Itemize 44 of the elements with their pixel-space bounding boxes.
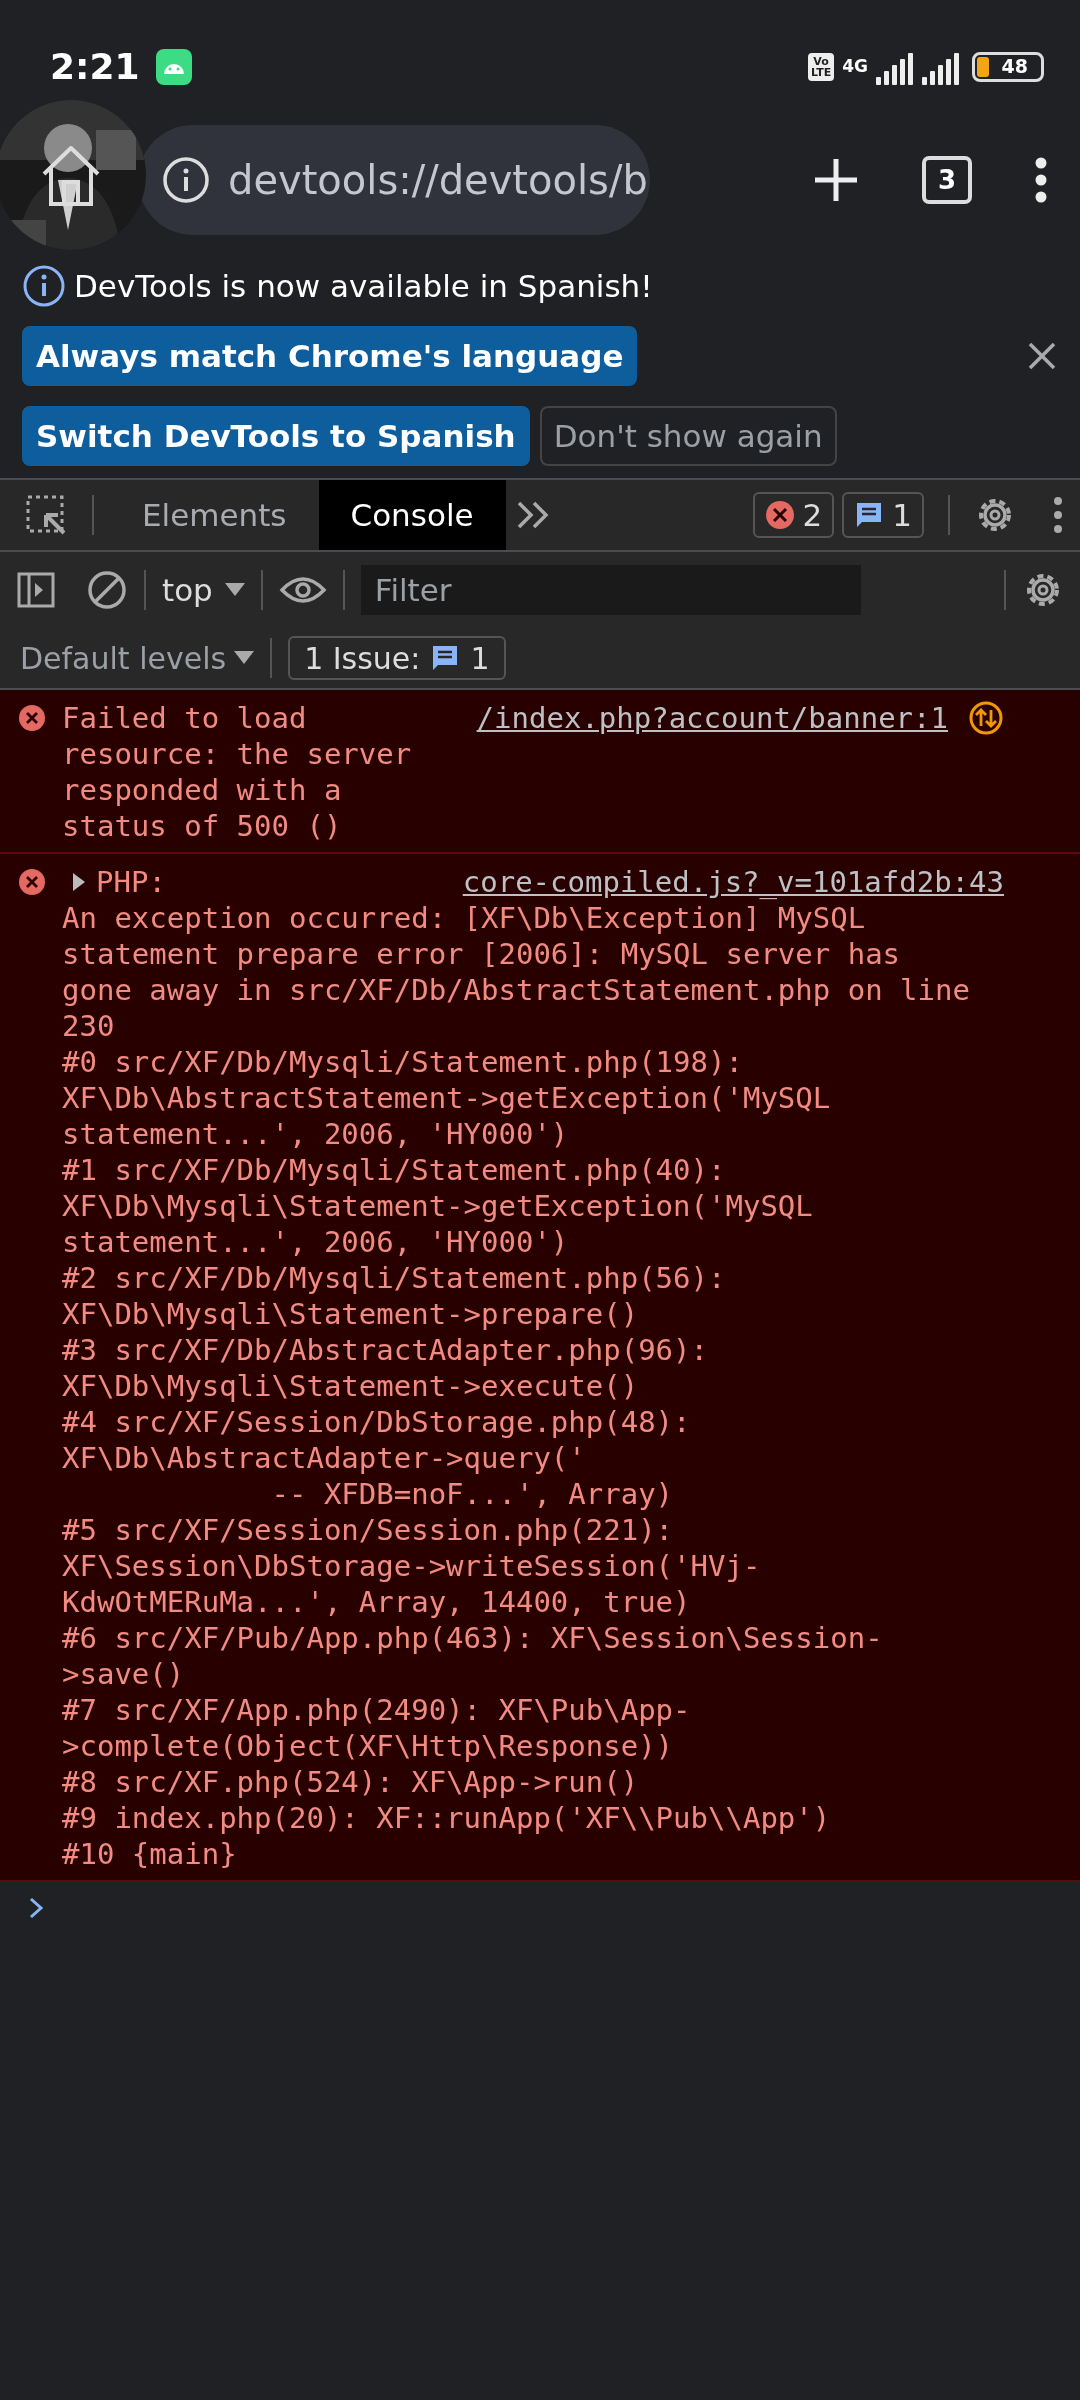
message-count: 1	[892, 495, 912, 535]
source-link[interactable]: core-compiled.js?_v=101afd2b:43	[462, 864, 1004, 901]
battery-percent: 48	[1000, 57, 1029, 76]
caret-icon	[224, 583, 245, 598]
infobar-message: DevTools is now available in Spanish!	[74, 267, 653, 306]
caret-icon	[234, 651, 255, 666]
info-icon	[22, 264, 66, 309]
plus-icon[interactable]	[812, 156, 860, 204]
message-counter[interactable]: 1	[842, 492, 924, 539]
devtools-tab[interactable]: Console	[318, 480, 506, 551]
source-link[interactable]: /index.php?account/banner:1	[476, 700, 948, 737]
tab-count[interactable]: 3	[922, 156, 972, 204]
error-count: 2	[802, 495, 823, 535]
battery-fill	[977, 56, 989, 77]
infobar-button[interactable]: Always match Chrome's language	[22, 325, 638, 386]
info-icon[interactable]	[162, 156, 210, 204]
stack-trace: An exception occurred: [XF\Db\Exception] MySQL statement prepare error [2006]: MySQL server has gone away in src/XF/Db/AbstractStatement.php on line 230 #0 src/XF/Db/Mysqli/Statement.php(198): XF\Db\AbstractStatement->getException('MySQL statement...', 2006, 'HY000') #1 src/XF/Db/Mysqli/Statement.php(40): XF\Db\Mysqli\Statement->getException('MySQL statement...', 2006, 'HY000') #2 src/XF/Db/Mysqli/Statement.php(56): XF\Db\Mysqli\Statement->prepare() #3 src/XF/Db/AbstractAdapter.php(96): XF\Db\Mysqli\Statement->execute() #4 src/XF/Session/DbStorage.php(48): XF\Db\AbstractAdapter->query(' -- XFDB=noF...', Array) #5 src/XF/Session/Session.php(221): XF\Session\DbStorage->writeSession('HVj-KdwOtMERuMa...', Array, 14400, true) #6 src/XF/Pub/App.php(463): XF\Session\Session->save() #7 src/XF/App.php(2490): XF\Pub\App->complete(Object(XF\Http\Response)) #8 src/XF.php(524): XF\App->run() #9 index.php(20): XF::runApp('XF\\Pub\\App') #10 {main}	[62, 900, 971, 1873]
issues-button[interactable]: 1 Issue: 1	[288, 636, 506, 681]
more-icon[interactable]	[1052, 495, 1064, 536]
filter-field[interactable]: Filter	[360, 565, 861, 616]
levels-dropdown[interactable]: Default levels	[20, 635, 255, 681]
levels-label: Default levels	[20, 639, 227, 678]
menu-icon[interactable]	[1034, 157, 1048, 203]
volte-badge: Vo LTE	[808, 52, 835, 81]
infobar-button[interactable]: Don't show again	[539, 405, 837, 467]
console-message-text: Failed to load resource: the server responded with a status of 500 ()	[62, 700, 413, 845]
error-icon	[18, 868, 46, 897]
error-counter[interactable]: 2	[752, 492, 835, 539]
issues-label: 1 Issue:	[304, 639, 421, 678]
message-summary: PHP:	[96, 864, 166, 901]
context-selector[interactable]: top	[162, 566, 245, 614]
error-icon	[18, 704, 46, 733]
status-time: 2:21	[50, 44, 140, 89]
devtools-tab[interactable]: Elements	[110, 480, 319, 551]
network-type: 4G	[842, 58, 868, 75]
issues-count: 1	[470, 639, 490, 678]
url-text: devtools://devtools/b	[228, 156, 648, 205]
clear-icon[interactable]	[86, 569, 128, 612]
infobar-button[interactable]: Switch DevTools to Spanish	[22, 405, 530, 467]
context-label: top	[162, 570, 213, 610]
prompt-chevron-icon[interactable]	[28, 1896, 44, 1921]
error-icon	[764, 500, 795, 531]
sidebar-icon[interactable]	[16, 570, 56, 611]
network-icon[interactable]	[968, 700, 1004, 737]
